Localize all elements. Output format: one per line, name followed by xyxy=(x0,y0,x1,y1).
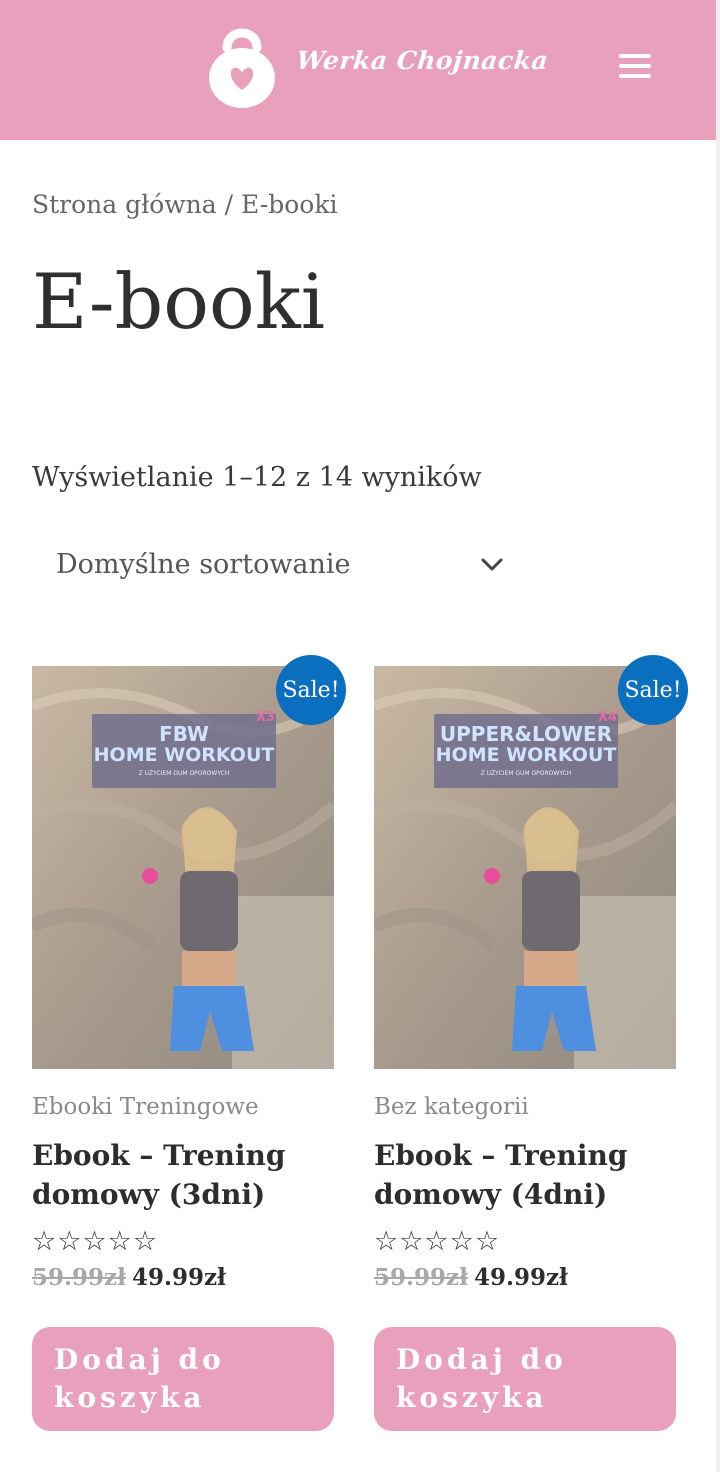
sale-badge: Sale! xyxy=(618,655,688,725)
cover-title-line2: HOME WORKOUT xyxy=(435,744,617,766)
cover-subtitle: Z UŻYCIEM GUM OPOROWYCH xyxy=(480,770,572,777)
scrollbar[interactable] xyxy=(716,0,720,1472)
product-price: 59.99zł 49.99zł xyxy=(32,1264,226,1291)
old-price: 59.99zł xyxy=(374,1264,468,1291)
old-price: 59.99zł xyxy=(32,1264,126,1291)
cover-title-line1: UPPER&LOWER xyxy=(439,722,613,746)
add-to-cart-label: Dodaj do koszyka xyxy=(54,1343,225,1414)
breadcrumb-home-link[interactable]: Strona główna xyxy=(32,190,217,219)
cover-title-box: X3 FBW HOME WORKOUT Z UŻYCIEM GUM OPOROW… xyxy=(92,710,276,788)
hamburger-menu-icon[interactable] xyxy=(617,50,655,82)
site-header: Werka Chojnacka xyxy=(0,0,716,140)
sale-price: 49.99zł xyxy=(131,1264,226,1291)
cover-title-box: X4 UPPER&LOWER HOME WORKOUT Z UŻYCIEM GU… xyxy=(434,710,618,788)
cover-title-line1: FBW xyxy=(159,722,209,746)
cover-subtitle: Z UŻYCIEM GUM OPOROWYCH xyxy=(138,770,230,777)
sale-price: 49.99zł xyxy=(473,1264,568,1291)
breadcrumb-current: E-booki xyxy=(241,190,338,219)
add-to-cart-label: Dodaj do koszyka xyxy=(396,1343,567,1414)
product-image[interactable]: X4 UPPER&LOWER HOME WORKOUT Z UŻYCIEM GU… xyxy=(374,666,676,1069)
sale-badge: Sale! xyxy=(276,655,346,725)
add-to-cart-button[interactable]: Dodaj do koszyka xyxy=(374,1327,676,1431)
product-price: 59.99zł 49.99zł xyxy=(374,1264,568,1291)
star-rating-icon: ☆☆☆☆☆ xyxy=(32,1226,159,1257)
brand-name[interactable]: Werka Chojnacka xyxy=(294,46,550,86)
star-rating-icon: ☆☆☆☆☆ xyxy=(374,1226,501,1257)
product-title[interactable]: Ebook – Trening domowy (3dni) xyxy=(32,1136,332,1214)
kettlebell-heart-icon[interactable] xyxy=(207,20,277,110)
product-category[interactable]: Bez kategorii xyxy=(374,1094,529,1120)
cover-title-line2: HOME WORKOUT xyxy=(93,744,275,766)
sort-dropdown[interactable]: Domyślne sortowanie xyxy=(32,535,524,599)
product-title[interactable]: Ebook – Trening domowy (4dni) xyxy=(374,1136,674,1214)
page-title: E-booki xyxy=(32,257,326,346)
breadcrumb: Strona główna / E-booki xyxy=(32,190,337,219)
result-count: Wyświetlanie 1–12 z 14 wyników xyxy=(32,462,482,493)
breadcrumb-separator: / xyxy=(224,190,234,219)
add-to-cart-button[interactable]: Dodaj do koszyka xyxy=(32,1327,334,1431)
product-category[interactable]: Ebooki Treningowe xyxy=(32,1094,259,1120)
chevron-down-icon xyxy=(481,558,503,571)
sort-selected-value: Domyślne sortowanie xyxy=(56,549,351,580)
product-image[interactable]: X3 FBW HOME WORKOUT Z UŻYCIEM GUM OPOROW… xyxy=(32,666,334,1069)
